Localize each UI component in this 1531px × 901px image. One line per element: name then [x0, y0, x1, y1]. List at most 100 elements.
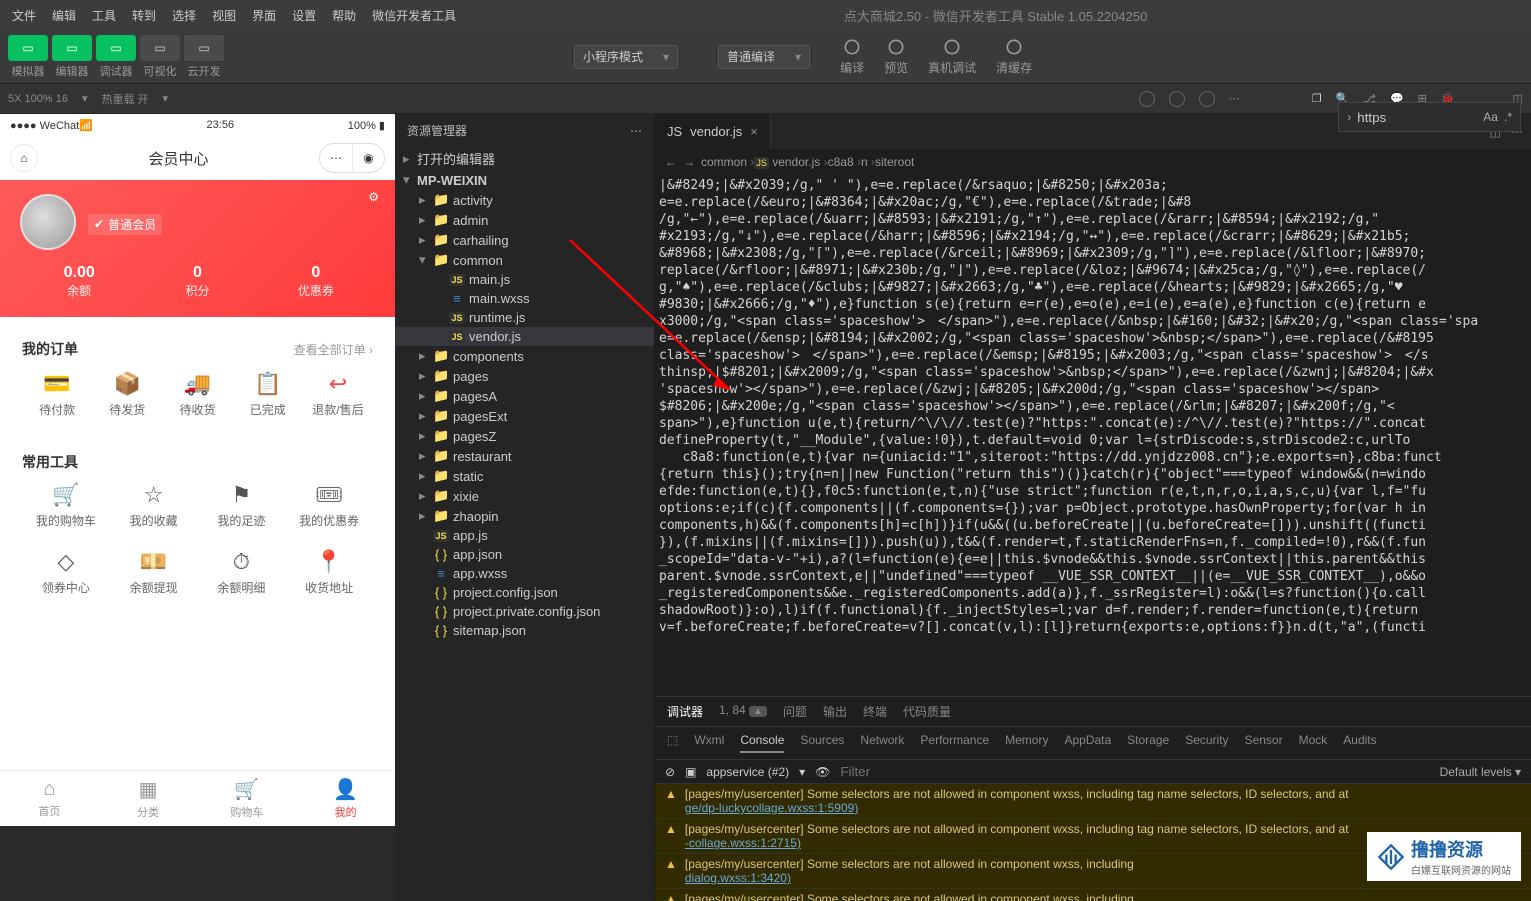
action-预览[interactable]: 预览 [884, 37, 908, 76]
folder-pagesA[interactable]: ▸📁pagesA [395, 386, 654, 406]
order-已完成[interactable]: 📋已完成 [233, 371, 303, 418]
code-editor[interactable]: |&#8249;|&#x2039;/g," ' "),e=e.replace(/… [655, 175, 1531, 696]
circle-icon[interactable] [1169, 91, 1185, 107]
zoom-info[interactable]: 5X 100% 16 [8, 93, 68, 105]
tool-模拟器[interactable]: ▭ [8, 35, 48, 61]
file-vendor.js[interactable]: JSvendor.js [395, 327, 654, 346]
close-icon[interactable]: ◉ [352, 144, 384, 172]
folder-xixie[interactable]: ▸📁xixie [395, 486, 654, 506]
tool-余额提现[interactable]: 💴余额提现 [110, 539, 198, 606]
menu-文件[interactable]: 文件 [8, 3, 40, 28]
folder-common[interactable]: ▾📁common [395, 250, 654, 270]
tool-云开发[interactable]: ▭ [184, 35, 224, 61]
folder-activity[interactable]: ▸📁activity [395, 190, 654, 210]
file-project.private.config.json[interactable]: { }project.private.config.json [395, 602, 654, 621]
console-tab-1, 84[interactable]: 1, 84 ▲ [719, 703, 767, 720]
devtool-tab-Audits[interactable]: Audits [1343, 733, 1376, 753]
menu-设置[interactable]: 设置 [288, 3, 320, 28]
chevron-icon[interactable]: › [1347, 110, 1351, 124]
circle-icon[interactable] [1199, 91, 1215, 107]
console-tab-代码质量[interactable]: 代码质量 [903, 703, 951, 720]
log-link[interactable]: dialog.wxss:1:3420) [685, 871, 791, 885]
tool-我的优惠券[interactable]: 🎟我的优惠券 [285, 472, 373, 539]
folder-components[interactable]: ▸📁components [395, 346, 654, 366]
devtool-tab-Mock[interactable]: Mock [1299, 733, 1328, 753]
file-runtime.js[interactable]: JSruntime.js [395, 308, 654, 327]
folder-restaurant[interactable]: ▸📁restaurant [395, 446, 654, 466]
regex-icon[interactable]: .* [1504, 110, 1512, 124]
devtool-tab-Security[interactable]: Security [1185, 733, 1228, 753]
inspect-icon[interactable]: ⬚ [667, 733, 678, 753]
console-tab-问题[interactable]: 问题 [783, 703, 807, 720]
more-icon[interactable]: ⋯ [630, 124, 642, 138]
tool-收货地址[interactable]: 📍收货地址 [285, 539, 373, 606]
file-main.js[interactable]: JSmain.js [395, 270, 654, 289]
tool-余额明细[interactable]: ⏱余额明细 [198, 539, 286, 606]
menu-微信开发者工具[interactable]: 微信开发者工具 [368, 3, 460, 28]
nav-fwd-icon[interactable]: → [683, 155, 695, 169]
context-select[interactable]: appservice (#2) [706, 765, 789, 779]
folder-zhaopin[interactable]: ▸📁zhaopin [395, 506, 654, 526]
tool-领券中心[interactable]: ◇领券中心 [22, 539, 110, 606]
log-link[interactable]: ge/dp-luckycollage.wxss:1:5909) [685, 801, 858, 815]
breadcrumb[interactable]: ← → common ›JS vendor.js ›c8a8 ›n ›siter… [655, 149, 1531, 175]
close-tab-icon[interactable]: × [750, 124, 758, 139]
folder-carhailing[interactable]: ▸📁carhailing [395, 230, 654, 250]
log-link[interactable]: -collage.wxss:1:2715) [685, 836, 801, 850]
console-tab-输出[interactable]: 输出 [823, 703, 847, 720]
devtool-tab-Sources[interactable]: Sources [800, 733, 844, 753]
order-待付款[interactable]: 💳待付款 [22, 371, 92, 418]
folder-static[interactable]: ▸📁static [395, 466, 654, 486]
menu-界面[interactable]: 界面 [248, 3, 280, 28]
tool-我的购物车[interactable]: 🛒我的购物车 [22, 472, 110, 539]
console-tab-调试器[interactable]: 调试器 [667, 703, 703, 720]
devtool-tab-Network[interactable]: Network [860, 733, 904, 753]
menu-icon[interactable]: ⋯ [320, 144, 352, 172]
files-icon[interactable]: ❐ [1312, 92, 1322, 105]
menu-工具[interactable]: 工具 [88, 3, 120, 28]
avatar[interactable] [20, 194, 76, 250]
mode-select[interactable]: 小程序模式 [574, 45, 678, 69]
open-editors-section[interactable]: ▸打开的编辑器 [395, 147, 654, 170]
menu-视图[interactable]: 视图 [208, 3, 240, 28]
filter-input[interactable] [840, 764, 1429, 779]
file-sitemap.json[interactable]: { }sitemap.json [395, 621, 654, 640]
menu-帮助[interactable]: 帮助 [328, 3, 360, 28]
tab-购物车[interactable]: 🛒购物车 [198, 771, 297, 826]
stat-积分[interactable]: 0积分 [138, 264, 256, 299]
file-project.config.json[interactable]: { }project.config.json [395, 583, 654, 602]
folder-pagesZ[interactable]: ▸📁pagesZ [395, 426, 654, 446]
top-context-icon[interactable]: ▣ [685, 765, 696, 779]
action-真机调试[interactable]: 真机调试 [928, 37, 976, 76]
action-清缓存[interactable]: 清缓存 [996, 37, 1032, 76]
gear-icon[interactable]: ⚙ [368, 190, 379, 204]
more-icon[interactable]: ⋯ [1229, 92, 1240, 105]
devtool-tab-AppData[interactable]: AppData [1064, 733, 1111, 753]
menu-转到[interactable]: 转到 [128, 3, 160, 28]
tool-我的收藏[interactable]: ☆我的收藏 [110, 472, 198, 539]
devtool-tab-Performance[interactable]: Performance [920, 733, 989, 753]
console-tab-终端[interactable]: 终端 [863, 703, 887, 720]
tab-分类[interactable]: ▦分类 [99, 771, 198, 826]
order-待发货[interactable]: 📦待发货 [92, 371, 162, 418]
folder-pages[interactable]: ▸📁pages [395, 366, 654, 386]
nav-back-icon[interactable]: ← [665, 155, 677, 169]
file-app.json[interactable]: { }app.json [395, 545, 654, 564]
devtool-tab-Console[interactable]: Console [740, 733, 784, 753]
order-待收货[interactable]: 🚚待收货 [162, 371, 232, 418]
tool-编辑器[interactable]: ▭ [52, 35, 92, 61]
devtool-tab-Sensor[interactable]: Sensor [1245, 733, 1283, 753]
file-app.js[interactable]: JSapp.js [395, 526, 654, 545]
stat-余额[interactable]: 0.00余额 [20, 264, 138, 299]
order-退款/售后[interactable]: ↩退款/售后 [303, 371, 373, 418]
action-编译[interactable]: 编译 [840, 37, 864, 76]
match-case-icon[interactable]: Aa [1483, 110, 1498, 124]
orders-more[interactable]: 查看全部订单 › [294, 341, 373, 358]
find-input[interactable] [1357, 110, 1477, 125]
compile-select[interactable]: 普通编译 [718, 45, 810, 69]
project-root[interactable]: ▾MP-WEIXIN [395, 170, 654, 190]
stat-优惠券[interactable]: 0优惠券 [257, 264, 375, 299]
record-icon[interactable] [1139, 91, 1155, 107]
devtool-tab-Memory[interactable]: Memory [1005, 733, 1048, 753]
tab-我的[interactable]: 👤我的 [296, 771, 395, 826]
